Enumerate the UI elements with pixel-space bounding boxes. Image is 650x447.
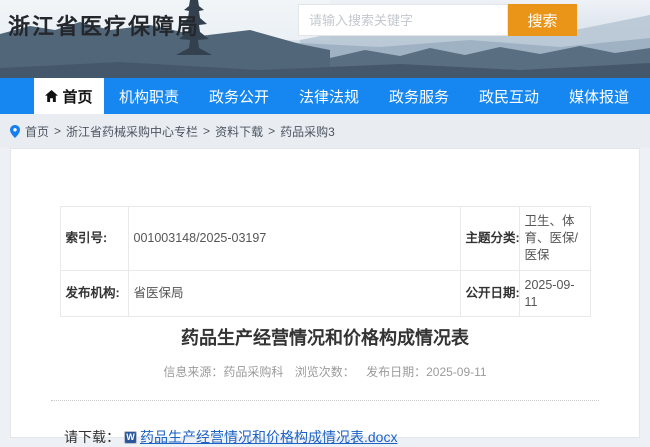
meta-date-label: 公开日期: xyxy=(460,270,519,317)
nav-item-media[interactable]: 媒体报道 xyxy=(554,78,644,114)
article-card: 索引号: 001003148/2025-03197 主题分类: 卫生、体育、医保… xyxy=(10,148,640,438)
nav-item-duties[interactable]: 机构职责 xyxy=(104,78,194,114)
dotted-divider xyxy=(51,400,599,401)
breadcrumb-separator: > xyxy=(54,124,61,138)
nav-item-laws[interactable]: 法律法规 xyxy=(284,78,374,114)
breadcrumb-procurement-center[interactable]: 浙江省药械采购中心专栏 xyxy=(66,123,198,140)
search-button[interactable]: 搜索 xyxy=(508,4,577,36)
breadcrumb-current-page: 药品采购3 xyxy=(280,123,335,140)
document-meta-table: 索引号: 001003148/2025-03197 主题分类: 卫生、体育、医保… xyxy=(60,206,591,317)
search-input[interactable] xyxy=(298,4,508,36)
search-bar: 搜索 xyxy=(298,4,577,36)
nav-item-services[interactable]: 政务服务 xyxy=(374,78,464,114)
meta-index-value: 001003148/2025-03197 xyxy=(128,207,460,271)
nav-item-home[interactable]: 首页 xyxy=(34,78,104,114)
article-info-line: 信息来源：药品采购科 浏览次数： 发布日期：2025-09-11 xyxy=(11,363,639,380)
breadcrumb-home[interactable]: 首页 xyxy=(25,123,49,140)
nav-item-label: 首页 xyxy=(62,86,92,107)
meta-agency-value: 省医保局 xyxy=(128,270,460,317)
breadcrumb-separator: > xyxy=(268,124,275,138)
nav-item-interaction[interactable]: 政民互动 xyxy=(464,78,554,114)
main-nav: 首页 机构职责 政务公开 法律法规 政务服务 政民互动 媒体报道 xyxy=(0,78,650,114)
word-document-icon: W xyxy=(124,431,137,444)
meta-agency-label: 发布机构: xyxy=(60,270,128,317)
meta-topic-label: 主题分类: xyxy=(460,207,519,271)
breadcrumb-downloads[interactable]: 资料下载 xyxy=(215,123,263,140)
info-pubdate: 发布日期：2025-09-11 xyxy=(366,365,487,379)
meta-index-label: 索引号: xyxy=(60,207,128,271)
meta-topic-value: 卫生、体育、医保/医保 xyxy=(519,207,590,271)
breadcrumb-separator: > xyxy=(203,124,210,138)
home-icon xyxy=(45,90,58,102)
site-title[interactable]: 浙江省医疗保障局 xyxy=(8,9,200,41)
meta-date-value: 2025-09-11 xyxy=(519,270,590,317)
article-title: 药品生产经营情况和价格构成情况表 xyxy=(11,326,639,350)
docx-download-link[interactable]: 药品生产经营情况和价格构成情况表.docx xyxy=(140,427,397,447)
breadcrumb: 首页 > 浙江省药械采购中心专栏 > 资料下载 > 药品采购3 xyxy=(0,114,650,148)
nav-item-gov-disclosure[interactable]: 政务公开 xyxy=(194,78,284,114)
info-views: 浏览次数： xyxy=(295,365,355,379)
info-source: 信息来源：药品采购科 xyxy=(163,365,283,379)
download-row: 请下载： W 药品生产经营情况和价格构成情况表.docx xyxy=(64,427,639,447)
download-prefix-label: 请下载： xyxy=(64,427,120,447)
location-pin-icon xyxy=(10,125,20,138)
header-banner: 浙江省医疗保障局 搜索 xyxy=(0,0,650,78)
